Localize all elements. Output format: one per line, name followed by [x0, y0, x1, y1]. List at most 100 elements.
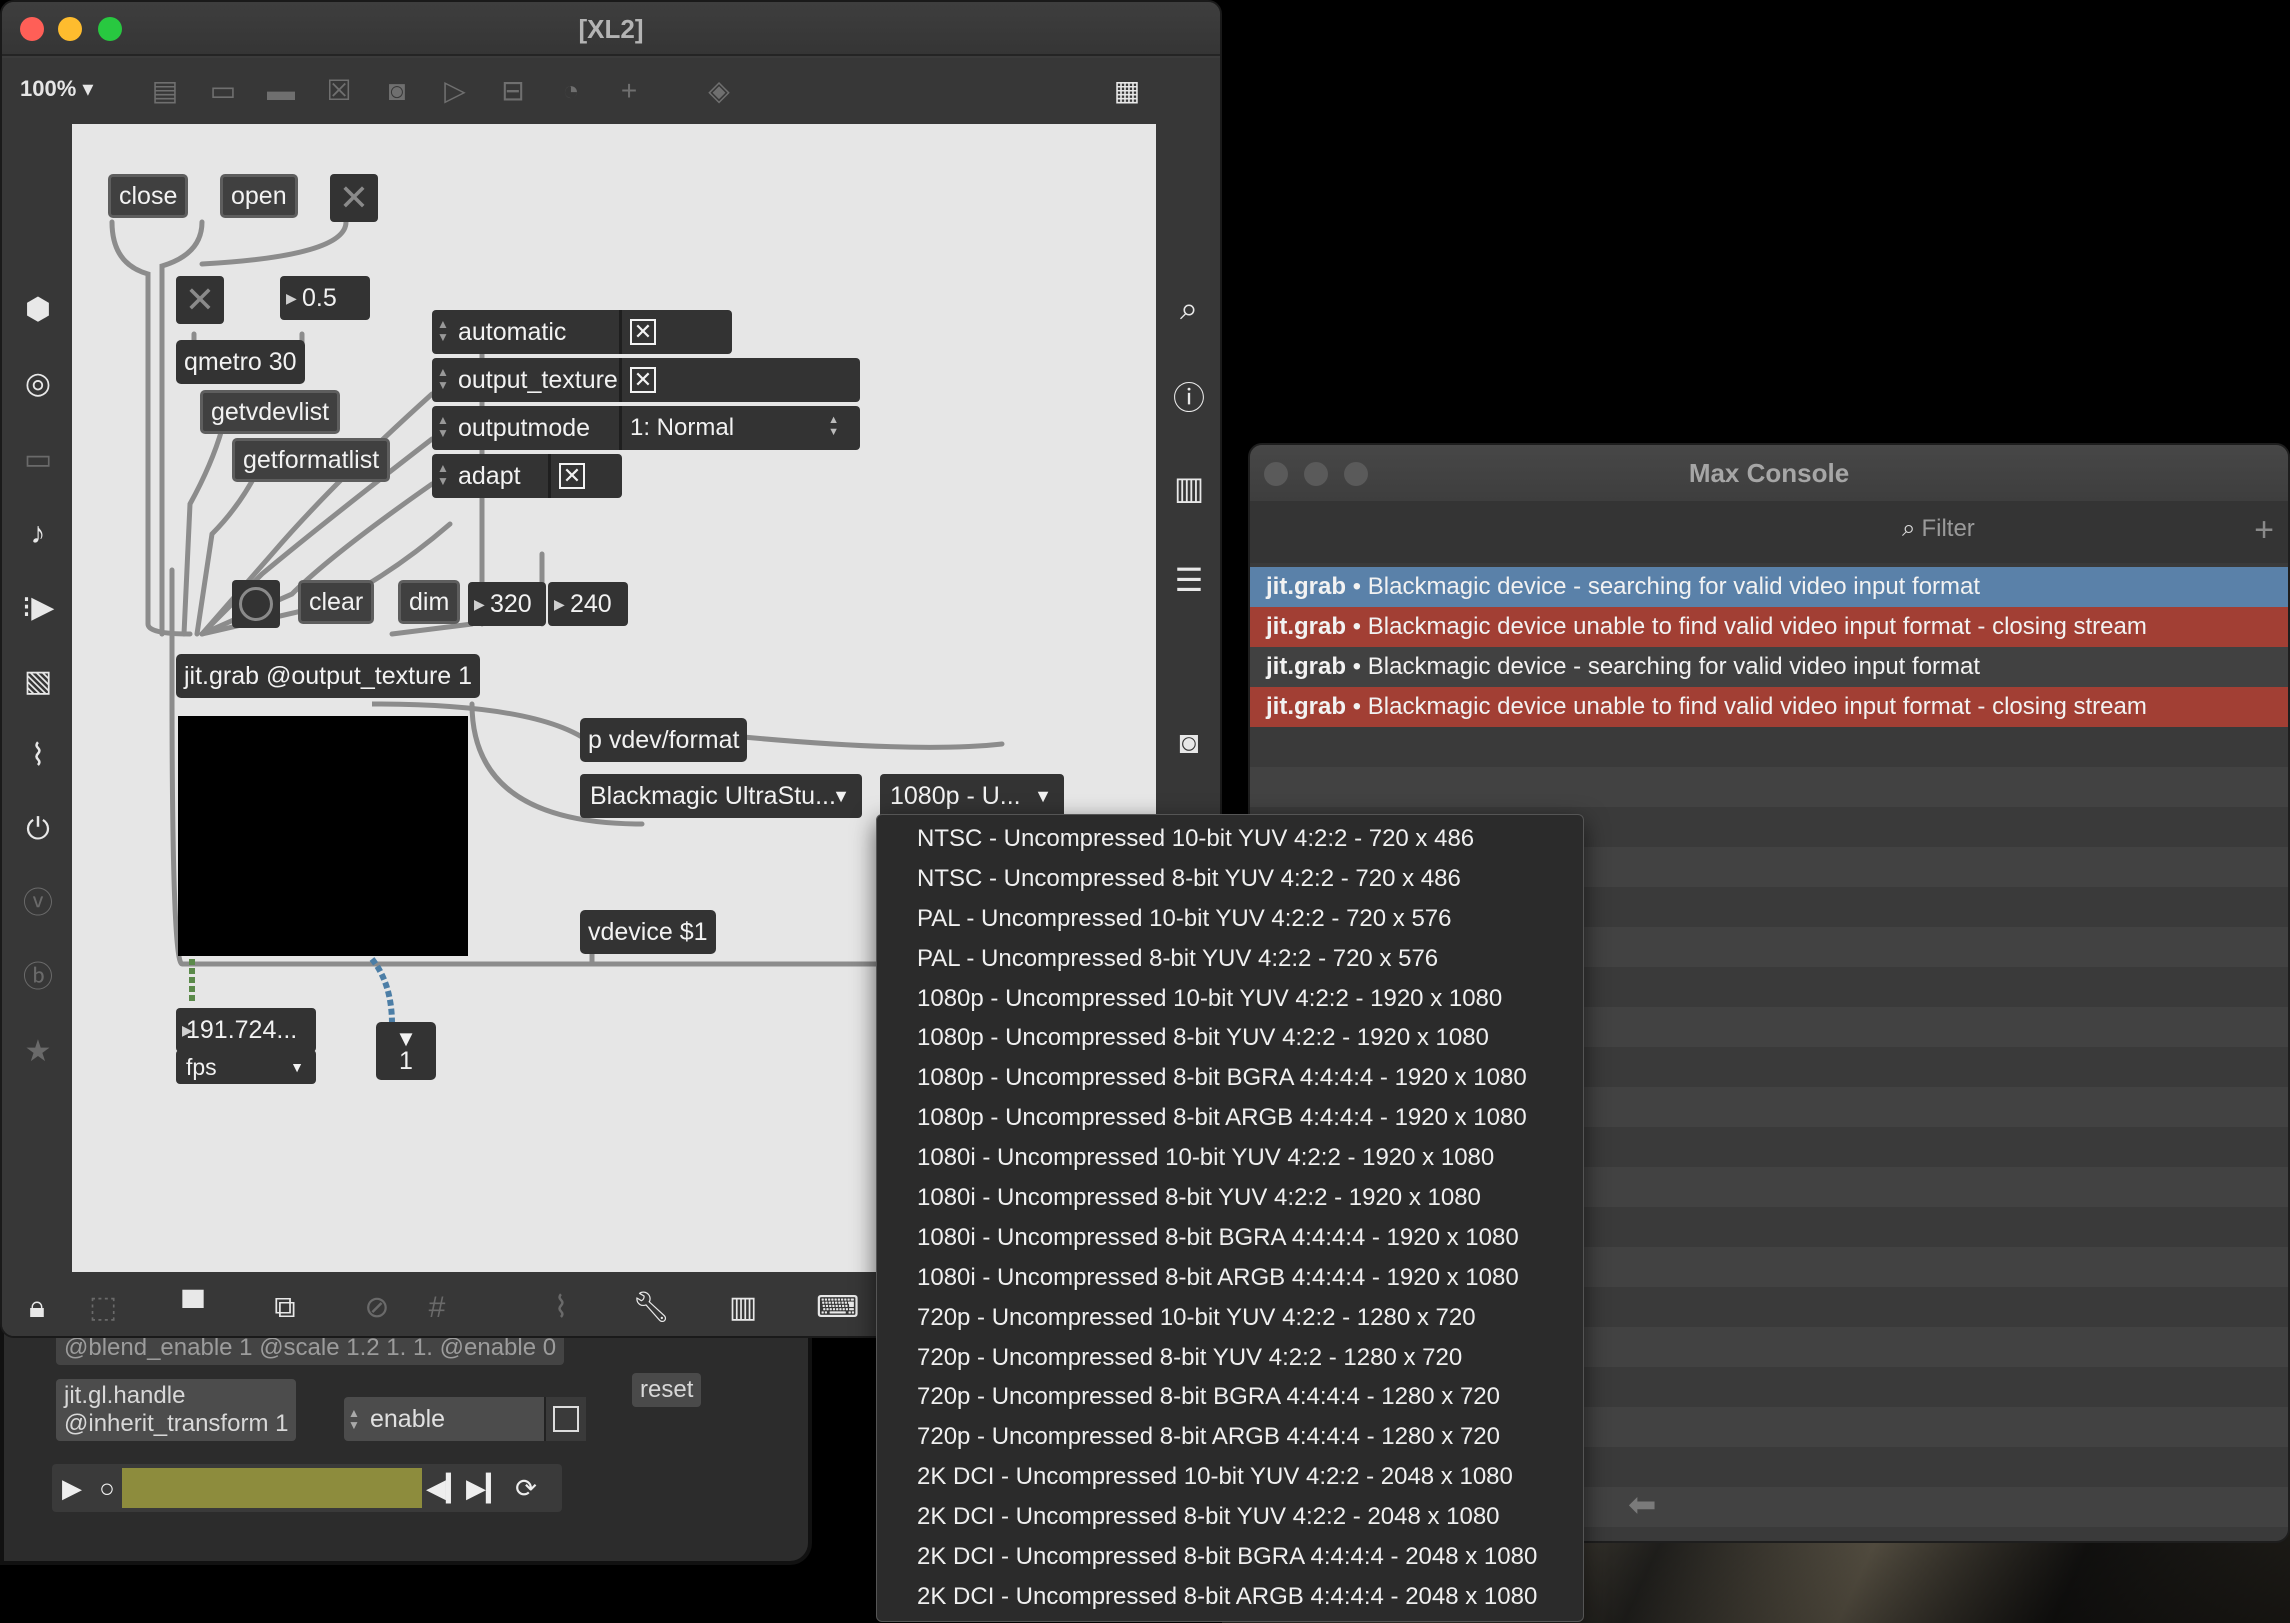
menu-item[interactable]: 1080p - Uncompressed 10-bit YUV 4:2:2 - …: [877, 979, 1583, 1019]
stepper-arrows-icon[interactable]: ▲ ▼: [344, 1407, 364, 1431]
jit-grab-object[interactable]: jit.grab @output_texture 1: [176, 654, 481, 698]
new-comment-icon[interactable]: ▬: [264, 74, 298, 108]
package-icon[interactable]: ⬢: [20, 292, 56, 328]
p-vdev-format-object[interactable]: p vdev/format: [580, 718, 748, 762]
menu-item[interactable]: 2K DCI - Uncompressed 8-bit BGRA 4:4:4:4…: [877, 1537, 1583, 1577]
menu-item[interactable]: 1080p - Uncompressed 8-bit ARGB 4:4:4:4 …: [877, 1098, 1583, 1138]
play-icon[interactable]: ▶: [52, 1464, 92, 1512]
search-icon[interactable]: ⌕: [1171, 290, 1207, 326]
zoom-menu[interactable]: 100% ▾: [20, 76, 93, 102]
menu-item[interactable]: 2K DCI - Uncompressed 10-bit YUV 4:2:2 -…: [877, 1457, 1583, 1497]
open-message[interactable]: open: [220, 174, 298, 218]
getformatlist-message[interactable]: getformatlist: [232, 438, 391, 482]
enable-attrui[interactable]: ▲ ▼ enable: [344, 1397, 586, 1441]
console-row[interactable]: jit.grab • Blackmagic device - searching…: [1250, 567, 2288, 607]
target-icon[interactable]: ◎: [20, 366, 56, 402]
menu-item[interactable]: 720p - Uncompressed 10-bit YUV 4:2:2 - 1…: [877, 1298, 1583, 1338]
menu-item[interactable]: NTSC - Uncompressed 10-bit YUV 4:2:2 - 7…: [877, 819, 1583, 859]
loop-point-icon[interactable]: ○: [92, 1464, 122, 1512]
reset-message[interactable]: reset: [632, 1373, 702, 1407]
menu-item[interactable]: 1080p - Uncompressed 8-bit YUV 4:2:2 - 1…: [877, 1018, 1583, 1058]
filter-input[interactable]: ⌕ Filter: [1902, 515, 1975, 543]
presentation-mode-icon[interactable]: ▀: [174, 1290, 212, 1326]
wrench-icon[interactable]: 🔧︎: [632, 1290, 670, 1326]
format-menu[interactable]: 1080p - U... ▼: [880, 774, 1064, 818]
playback-transport[interactable]: ▶ ○ ◀▎ ▶▎ ⟳: [52, 1464, 562, 1512]
button-object-icon[interactable]: ◙: [380, 74, 414, 108]
adapt-checkbox[interactable]: ✕: [548, 454, 618, 498]
console-row[interactable]: jit.grab • Blackmagic device unable to f…: [1250, 687, 2288, 727]
metro-toggle[interactable]: ✕: [176, 276, 224, 324]
console-row[interactable]: jit.grab • Blackmagic device - searching…: [1250, 647, 2288, 687]
audio-note-icon[interactable]: ♪: [20, 516, 56, 552]
stepper-arrows-icon[interactable]: ▲ ▼: [432, 406, 454, 450]
loop-icon[interactable]: ⟳: [506, 1464, 546, 1512]
menu-item[interactable]: 1080i - Uncompressed 8-bit BGRA 4:4:4:4 …: [877, 1218, 1583, 1258]
new-message-icon[interactable]: ▭: [206, 74, 240, 108]
number-object-icon[interactable]: ▷: [438, 74, 472, 108]
menu-item[interactable]: 720p - Uncompressed 8-bit ARGB 4:4:4:4 -…: [877, 1417, 1583, 1457]
menu-item[interactable]: 2K DCI - Uncompressed 8-bit ARGB 4:4:4:4…: [877, 1577, 1583, 1617]
plug-icon[interactable]: ⏻: [20, 812, 56, 848]
add-icon[interactable]: +: [2254, 511, 2274, 550]
step-forward-icon[interactable]: ▶▎: [466, 1464, 506, 1512]
beap-icon[interactable]: ⓑ: [20, 960, 56, 996]
console-row[interactable]: jit.grab • Blackmagic device unable to f…: [1250, 607, 2288, 647]
step-back-icon[interactable]: ◀▎: [426, 1464, 466, 1512]
new-object-icon[interactable]: ▤: [148, 74, 182, 108]
stepper-arrows-icon[interactable]: ▲ ▼: [432, 454, 454, 498]
menu-item[interactable]: PAL - Uncompressed 10-bit YUV 4:2:2 - 72…: [877, 899, 1583, 939]
presentation-select-icon[interactable]: ⬚: [84, 1290, 122, 1326]
paint-bucket-icon[interactable]: ◈: [702, 74, 736, 108]
menu-item[interactable]: 720p - Uncompressed 8-bit BGRA 4:4:4:4 -…: [877, 1377, 1583, 1417]
media-icon[interactable]: ▭: [20, 442, 56, 478]
playback-position-track[interactable]: [122, 1468, 422, 1508]
grid-menu-icon[interactable]: ▦: [1110, 74, 1144, 108]
arrow-left-icon[interactable]: ⬅: [1628, 1485, 1657, 1525]
fps-menu[interactable]: fps ▼: [176, 1050, 316, 1084]
output-texture-attrui[interactable]: ▲ ▼ output_texture ✕: [432, 358, 860, 402]
automatic-checkbox[interactable]: ✕: [619, 310, 719, 354]
clip-icon[interactable]: ⌇: [20, 738, 56, 774]
automatic-attrui[interactable]: ▲ ▼ automatic ✕: [432, 310, 732, 354]
gate-object[interactable]: ▼ 1: [376, 1022, 436, 1080]
vst-icon[interactable]: ⓥ: [20, 886, 56, 922]
favorites-star-icon[interactable]: ★: [20, 1034, 56, 1070]
stepper-arrows-icon[interactable]: ▲ ▼: [432, 310, 454, 354]
dial-object-icon[interactable]: ◔: [554, 74, 588, 108]
dim-height-number[interactable]: 240: [548, 582, 628, 626]
menu-item[interactable]: 720p - Uncompressed 8-bit YUV 4:2:2 - 12…: [877, 1338, 1583, 1378]
menu-item[interactable]: PAL - Uncompressed 8-bit YUV 4:2:2 - 720…: [877, 939, 1583, 979]
outputmode-attrui[interactable]: ▲ ▼ outputmode 1: Normal ▲ ▼: [432, 406, 860, 450]
hide-icon[interactable]: ⊘: [358, 1290, 396, 1326]
menu-item[interactable]: 1080i - Uncompressed 10-bit YUV 4:2:2 - …: [877, 1138, 1583, 1178]
toggle-top[interactable]: ✕: [330, 174, 378, 222]
list-icon[interactable]: ☰: [1171, 562, 1207, 598]
enable-checkbox[interactable]: [544, 1397, 586, 1441]
bang-button[interactable]: [232, 580, 280, 628]
dim-message[interactable]: dim: [398, 580, 461, 624]
getvdevlist-message[interactable]: getvdevlist: [200, 390, 341, 434]
stepper-arrows-icon[interactable]: ▲ ▼: [432, 358, 454, 402]
lock-icon[interactable]: 🔒︎: [18, 1290, 56, 1326]
output-texture-checkbox[interactable]: ✕: [619, 358, 847, 402]
adapt-attrui[interactable]: ▲ ▼ adapt ✕: [432, 454, 622, 498]
keyboard-icon[interactable]: ⌨: [816, 1290, 859, 1326]
menu-item[interactable]: 1080i - Uncompressed 8-bit ARGB 4:4:4:4 …: [877, 1258, 1583, 1298]
toggle-object-icon[interactable]: ☒: [322, 74, 356, 108]
qmetro-object[interactable]: qmetro 30: [176, 340, 305, 384]
menu-item[interactable]: NTSC - Uncompressed 8-bit YUV 4:2:2 - 72…: [877, 859, 1583, 899]
vdevice-message[interactable]: vdevice $1: [580, 910, 716, 954]
menu-item[interactable]: 2K DCI - Uncompressed 8-bit YUV 4:2:2 - …: [877, 1497, 1583, 1537]
video-icon[interactable]: ⁝▶: [20, 590, 56, 626]
dim-width-number[interactable]: 320: [468, 582, 546, 626]
image-icon[interactable]: ▧: [20, 664, 56, 700]
windows-icon[interactable]: ⧉: [266, 1290, 304, 1326]
outputmode-menu[interactable]: 1: Normal ▲ ▼: [619, 406, 847, 450]
clear-message[interactable]: clear: [298, 580, 375, 624]
jit-gl-handle-object[interactable]: jit.gl.handle @inherit_transform 1: [56, 1379, 297, 1441]
slider-object-icon[interactable]: ⊟: [496, 74, 530, 108]
paperclip-add-icon[interactable]: ⌇: [542, 1290, 580, 1326]
reference-icon[interactable]: ▥: [1171, 470, 1207, 506]
add-object-icon[interactable]: +: [612, 74, 646, 108]
